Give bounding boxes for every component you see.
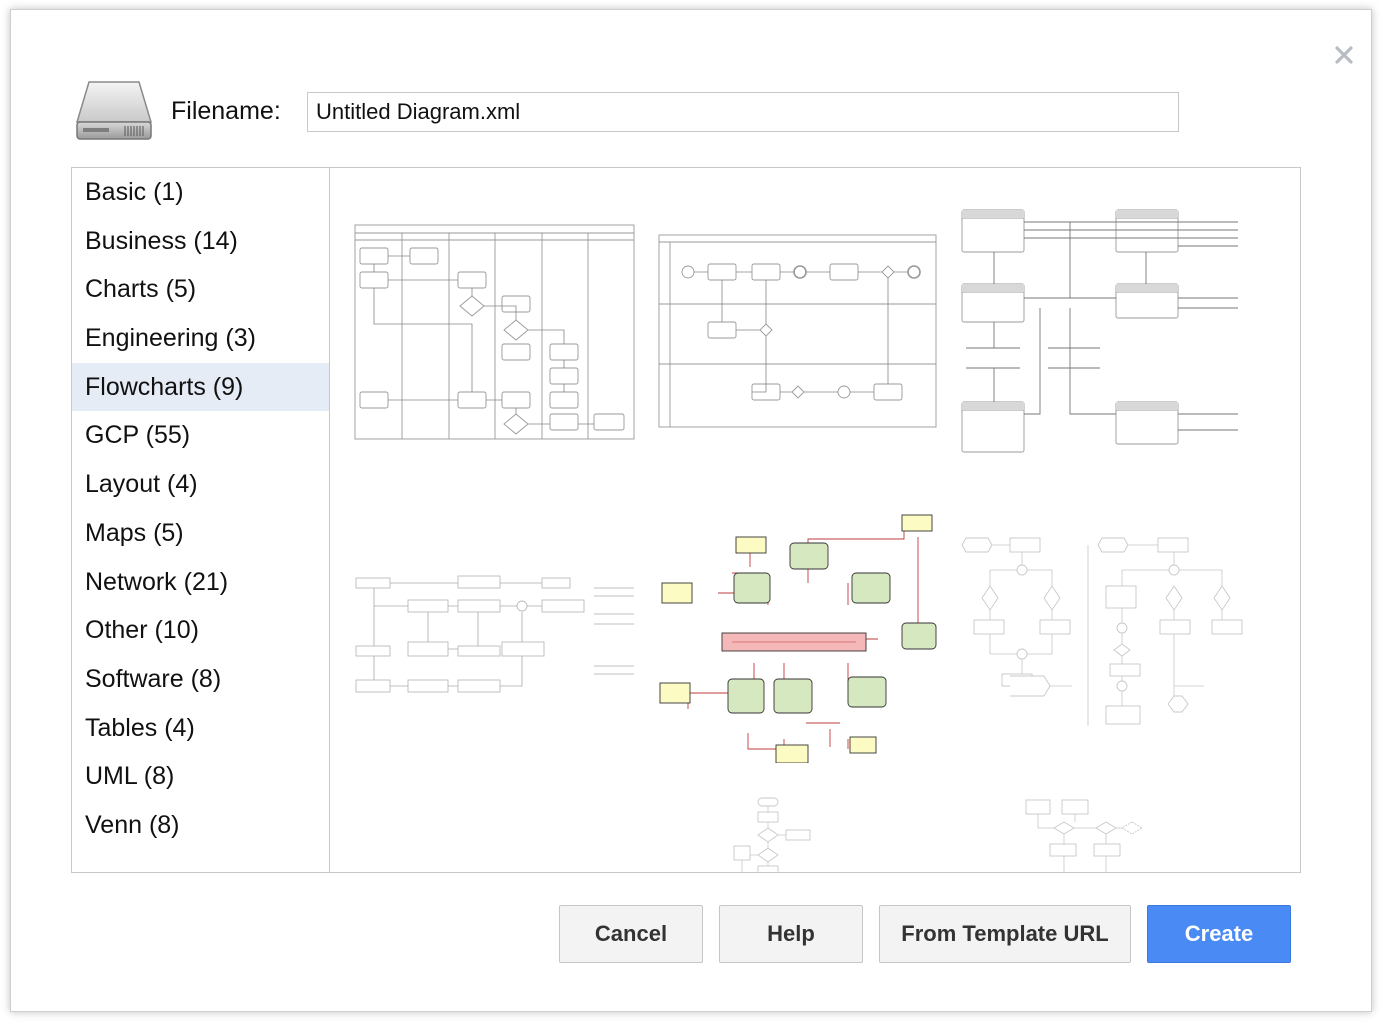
- category-item[interactable]: Business (14): [72, 217, 329, 266]
- category-item[interactable]: Charts (5): [72, 265, 329, 314]
- category-item[interactable]: Maps (5): [72, 509, 329, 558]
- template-thumbnail[interactable]: [658, 234, 938, 430]
- close-icon[interactable]: [1329, 40, 1359, 70]
- template-thumbnail[interactable]: [960, 208, 1244, 458]
- category-item[interactable]: Software (8): [72, 655, 329, 704]
- filename-label: Filename:: [171, 97, 281, 125]
- category-item[interactable]: Venn (8): [72, 801, 329, 850]
- category-item[interactable]: Network (21): [72, 558, 329, 607]
- category-item[interactable]: Flowcharts (9): [72, 362, 329, 412]
- category-list: Basic (1) Business (14) Charts (5) Engineer…: [72, 168, 330, 872]
- filename-input[interactable]: [307, 92, 1179, 132]
- category-item[interactable]: UML (8): [72, 752, 329, 801]
- from-template-url-button[interactable]: From Template URL: [879, 905, 1131, 963]
- template-thumbnail[interactable]: [354, 224, 636, 442]
- category-item[interactable]: GCP (55): [72, 411, 329, 460]
- hard-drive-icon: [75, 81, 153, 140]
- help-button[interactable]: Help: [719, 905, 863, 963]
- template-thumbnail[interactable]: [658, 513, 940, 763]
- cancel-button[interactable]: Cancel: [559, 905, 703, 963]
- template-panel: Basic (1) Business (14) Charts (5) Engineer…: [71, 167, 1301, 873]
- new-diagram-dialog: Filename: Basic (1)Business (14)Charts (…: [10, 9, 1372, 1012]
- template-thumbnail[interactable]: [960, 536, 1244, 732]
- category-item[interactable]: Engineering (3): [72, 314, 329, 363]
- template-thumbnail[interactable]: [1020, 796, 1160, 872]
- template-thumbnails: [330, 168, 1300, 872]
- category-item[interactable]: Tables (4): [72, 704, 329, 753]
- category-item[interactable]: Other (10): [72, 606, 329, 655]
- template-thumbnail[interactable]: [354, 568, 636, 698]
- category-item[interactable]: Basic (1): [72, 168, 329, 217]
- create-button[interactable]: Create: [1147, 905, 1291, 963]
- template-thumbnail[interactable]: [730, 796, 820, 872]
- category-item[interactable]: Layout (4): [72, 460, 329, 509]
